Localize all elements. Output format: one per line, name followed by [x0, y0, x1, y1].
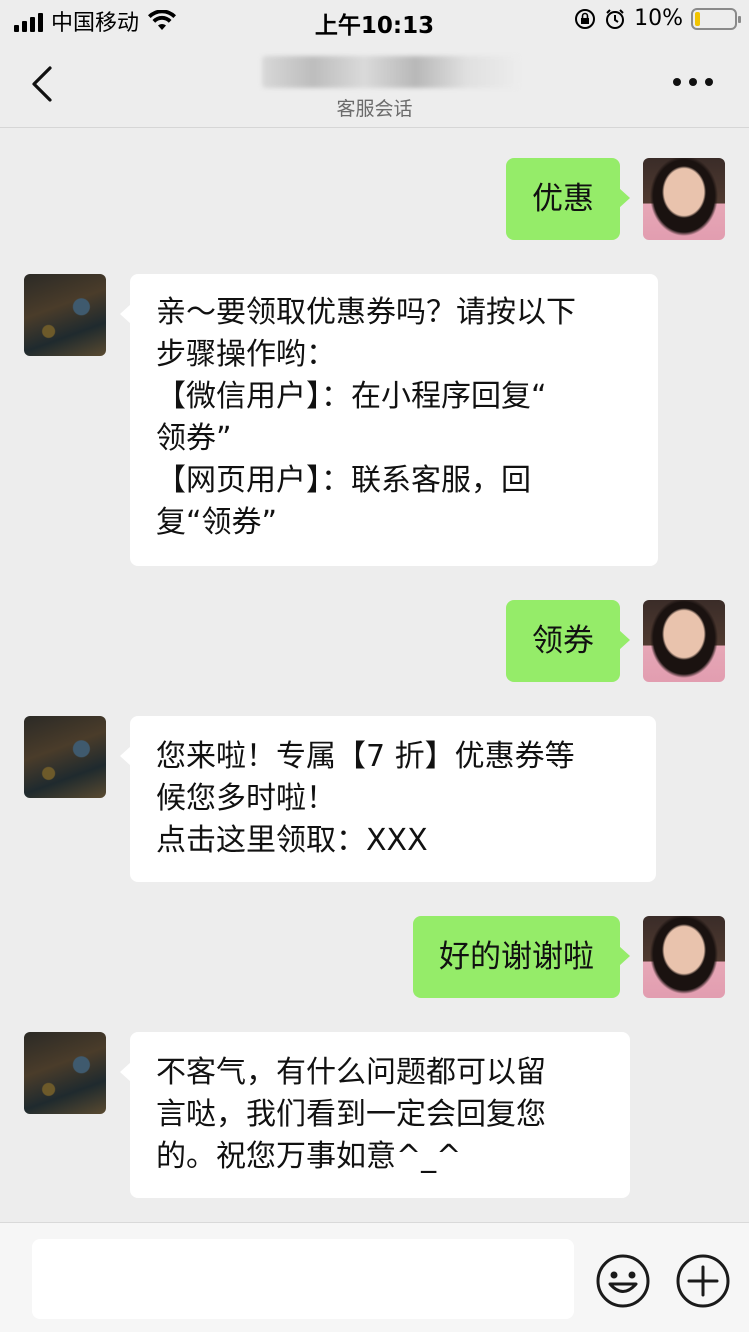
input-bar — [0, 1222, 749, 1332]
lock-rotation-icon — [575, 8, 596, 29]
message-bubble-received[interactable]: 亲～要领取优惠券吗？请按以下 步骤操作哟： 【微信用户】：在小程序回复“ 领券”… — [120, 274, 658, 566]
message-bubble-sent[interactable]: 好的谢谢啦 — [413, 916, 630, 998]
plus-icon[interactable] — [675, 1253, 731, 1309]
user-avatar[interactable] — [643, 916, 725, 998]
status-right: 10% — [574, 6, 741, 31]
message-input[interactable] — [32, 1239, 574, 1319]
nav-subtitle: 客服会话 — [336, 98, 413, 120]
user-avatar[interactable] — [643, 600, 725, 682]
more-dots-icon[interactable] — [673, 78, 713, 86]
message-bubble-sent[interactable]: 优惠 — [506, 158, 630, 240]
battery-percent: 10% — [634, 6, 683, 31]
user-avatar[interactable] — [643, 158, 725, 240]
nav-title-blurred — [262, 56, 518, 88]
message-bubble-received[interactable]: 不客气，有什么问题都可以留 言哒，我们看到一定会回复您 的。祝您万事如意^_^ — [120, 1032, 630, 1198]
agent-avatar[interactable] — [24, 716, 106, 798]
status-bar: 中国移动 上午10:13 10% — [0, 0, 749, 42]
emoji-icon[interactable] — [595, 1253, 651, 1309]
agent-avatar[interactable] — [24, 274, 106, 356]
message-bubble-received[interactable]: 您来啦！专属【7 折】优惠券等 候您多时啦！ 点击这里领取：XXX — [120, 716, 656, 882]
nav-bar: 客服会话 — [0, 42, 749, 128]
battery-icon — [691, 7, 741, 30]
agent-avatar[interactable] — [24, 1032, 106, 1114]
alarm-icon — [606, 8, 625, 29]
message-bubble-sent[interactable]: 领券 — [506, 600, 630, 682]
